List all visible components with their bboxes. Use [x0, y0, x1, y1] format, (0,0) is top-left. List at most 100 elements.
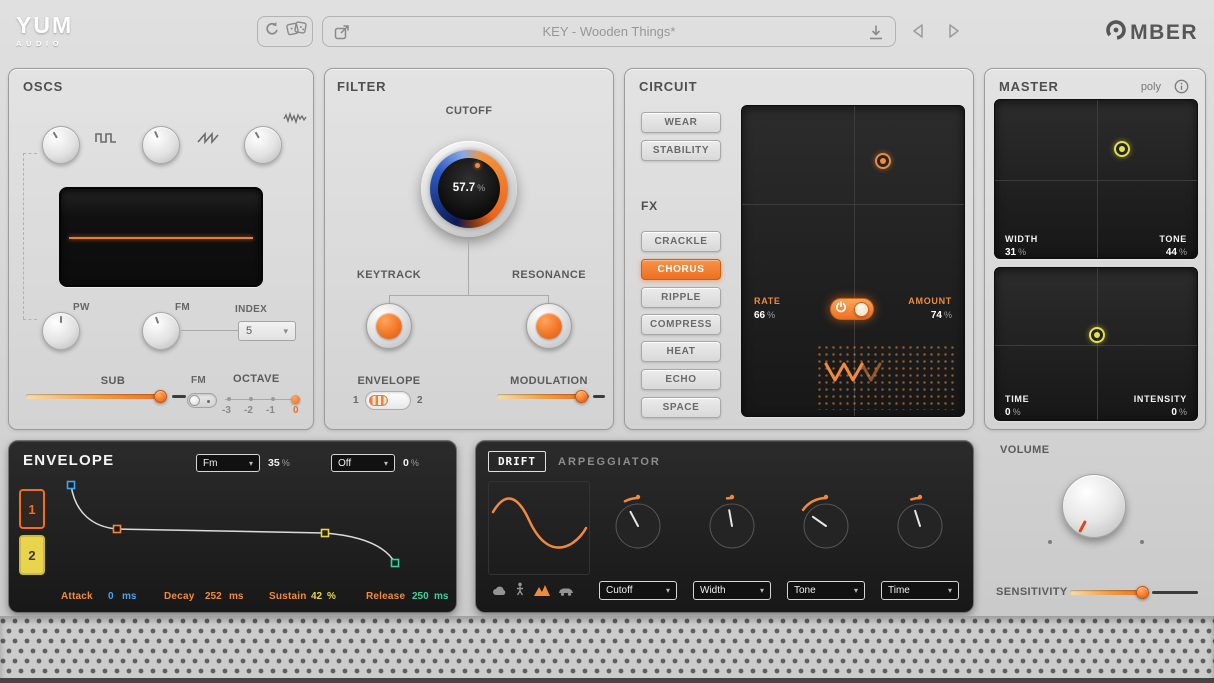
decay-handle[interactable] [114, 526, 121, 533]
power-toggle-knob[interactable] [854, 302, 869, 317]
octave-minus3[interactable]: -3 [222, 405, 231, 416]
octave-label: OCTAVE [233, 373, 280, 385]
decay-unit: ms [229, 591, 243, 602]
voice-mode-selector[interactable]: poly [1141, 81, 1161, 93]
connector-line [468, 239, 469, 295]
fx-power-toggle[interactable] [830, 298, 874, 320]
envelope-mod-target-2-select[interactable]: Off [331, 454, 395, 472]
sub-slider-thumb[interactable] [154, 390, 167, 403]
release-unit: ms [434, 591, 448, 602]
drift-mode-mountain-icon[interactable] [534, 583, 550, 601]
drift-target-3-select[interactable]: Tone [787, 581, 865, 600]
xy-pad-handle[interactable] [1114, 141, 1130, 157]
attack-unit: ms [122, 591, 136, 602]
drift-amount-knob-2[interactable] [700, 494, 764, 558]
xy-pad-handle[interactable] [1089, 327, 1105, 343]
attack-handle[interactable] [68, 482, 75, 489]
master-title: MASTER [999, 79, 1059, 94]
fx-ripple-button[interactable]: RIPPLE [641, 287, 721, 308]
filter-envelope-switch[interactable] [365, 391, 411, 410]
volume-needle [1079, 520, 1088, 533]
fx-echo-button[interactable]: ECHO [641, 369, 721, 390]
cutoff-position-dot [475, 163, 480, 168]
drift-amount-knob-4[interactable] [888, 494, 952, 558]
envelope-mod-target-1-select[interactable]: Fm [196, 454, 260, 472]
fx-compress-button[interactable]: COMPRESS [641, 314, 721, 335]
fx-chorus-button[interactable]: CHORUS [641, 259, 721, 280]
sensitivity-slider[interactable] [1070, 585, 1200, 599]
release-value[interactable]: 250 [412, 591, 429, 602]
undo-icon[interactable] [263, 20, 281, 43]
filter-envelope-label: ENVELOPE [351, 375, 427, 387]
fx-crackle-button[interactable]: CRACKLE [641, 231, 721, 252]
pw-knob[interactable] [42, 312, 80, 350]
release-handle[interactable] [392, 560, 399, 567]
tab-drift[interactable]: DRIFT [488, 451, 546, 472]
keytrack-label: KEYTRACK [349, 269, 429, 281]
next-preset-button[interactable] [946, 22, 962, 45]
drift-target-1-select[interactable]: Cutoff [599, 581, 677, 600]
randomize-dice-icon[interactable] [286, 19, 308, 44]
modulation-slider[interactable] [497, 389, 607, 403]
pw-label: PW [73, 302, 90, 313]
index-select[interactable]: 5 [238, 321, 296, 341]
drift-amount-knob-3[interactable] [794, 494, 858, 558]
octave-minus1[interactable]: -1 [266, 405, 275, 416]
envelope-graph[interactable] [55, 477, 445, 589]
sustain-handle[interactable] [322, 530, 329, 537]
drift-mode-cloud-icon[interactable] [492, 584, 508, 602]
time-intensity-xy-pad[interactable]: TIME 0% INTENSITY 0% [994, 267, 1198, 421]
envelope-tab-1[interactable]: 1 [19, 489, 45, 529]
fx-heat-button[interactable]: HEAT [641, 341, 721, 362]
fx-space-button[interactable]: SPACE [641, 397, 721, 418]
xy-pad-handle[interactable] [875, 153, 891, 169]
stability-button[interactable]: STABILITY [641, 140, 721, 161]
drift-mode-person-icon[interactable] [515, 582, 525, 601]
drift-target-2-select[interactable]: Width [693, 581, 771, 600]
fm-toggle[interactable] [187, 393, 217, 408]
octave-tick[interactable] [249, 397, 253, 401]
osc1-level-knob[interactable] [42, 126, 80, 164]
sub-slider[interactable] [26, 389, 186, 403]
sustain-unit: % [327, 591, 336, 602]
attack-value[interactable]: 0 [108, 591, 114, 602]
width-tone-xy-pad[interactable]: WIDTH 31% TONE 44% [994, 99, 1198, 259]
osc2-level-knob[interactable] [142, 126, 180, 164]
resonance-knob[interactable] [526, 303, 572, 349]
cutoff-knob[interactable]: 57.7 % [421, 141, 517, 237]
keytrack-knob[interactable] [366, 303, 412, 349]
envelope-tab-2[interactable]: 2 [19, 535, 45, 575]
circuit-title: CIRCUIT [639, 79, 697, 94]
octave-zero[interactable]: 0 [293, 405, 299, 416]
envelope-option-1[interactable]: 1 [353, 395, 359, 406]
info-icon[interactable] [1174, 79, 1189, 99]
sustain-value[interactable]: 42 [311, 591, 322, 602]
octave-tick[interactable] [227, 397, 231, 401]
chorus-xy-pad[interactable]: RATE 66% AMOUNT 74% [741, 105, 965, 417]
drift-target-4-select[interactable]: Time [881, 581, 959, 600]
drift-amount-knob-1[interactable] [606, 494, 670, 558]
sensitivity-slider-thumb[interactable] [1136, 586, 1149, 599]
octave-minus2[interactable]: -2 [244, 405, 253, 416]
save-download-icon[interactable] [867, 23, 885, 46]
waveform-trace [69, 237, 253, 239]
modulation-slider-thumb[interactable] [575, 390, 588, 403]
wear-button[interactable]: WEAR [641, 112, 721, 133]
envelope-switch-knob[interactable] [369, 395, 388, 406]
envelope-option-2[interactable]: 2 [417, 395, 423, 406]
octave-selected-dot[interactable] [291, 395, 300, 404]
preset-browser-bar[interactable]: KEY - Wooden Things* [322, 16, 896, 47]
preset-name[interactable]: KEY - Wooden Things* [323, 17, 895, 46]
drift-mode-car-icon[interactable] [558, 584, 574, 602]
octave-tick[interactable] [271, 397, 275, 401]
amount-value: 74% [931, 310, 952, 321]
prev-preset-button[interactable] [910, 22, 926, 45]
decay-value[interactable]: 252 [205, 591, 222, 602]
tab-arpeggiator[interactable]: ARPEGGIATOR [558, 456, 661, 468]
drift-panel: DRIFT ARPEGGIATOR [475, 440, 974, 613]
sensitivity-label: SENSITIVITY [996, 586, 1068, 598]
osc3-level-knob[interactable] [244, 126, 282, 164]
volume-knob[interactable] [1062, 474, 1126, 538]
fm-knob[interactable] [142, 312, 180, 350]
logo-text: YUM [16, 12, 73, 39]
